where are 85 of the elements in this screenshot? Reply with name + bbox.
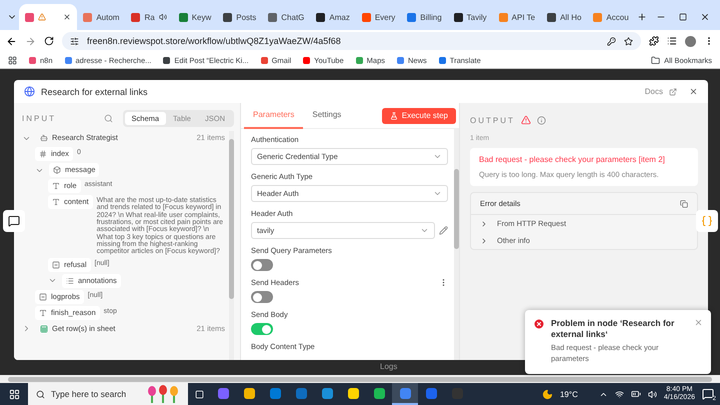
forward-icon[interactable] <box>25 36 36 46</box>
browser-tab[interactable]: Amaz <box>310 4 356 30</box>
error-icon <box>533 318 545 330</box>
browser-tab[interactable]: Every <box>356 4 402 30</box>
warning-icon <box>38 13 46 21</box>
wifi-icon[interactable] <box>614 390 624 398</box>
chevron-right-icon <box>480 220 488 228</box>
browser-tab[interactable]: Accou <box>587 4 635 30</box>
globe-icon <box>24 86 35 97</box>
toggle-switch[interactable] <box>251 291 273 303</box>
warning-icon <box>520 115 531 125</box>
key-icon[interactable] <box>607 36 616 46</box>
moon-icon <box>542 388 553 400</box>
pencil-icon[interactable] <box>439 226 448 235</box>
browser-tab[interactable]: Ra <box>125 4 173 30</box>
square-minus-icon <box>39 292 47 301</box>
info-icon[interactable] <box>536 116 546 124</box>
search-icon[interactable] <box>104 114 113 122</box>
browser-tab[interactable]: API Te <box>492 4 542 30</box>
scrollbar[interactable] <box>0 375 720 383</box>
text-type-icon <box>52 198 60 206</box>
task-view-icon <box>194 390 204 398</box>
panel-heading: OUTPUT <box>470 116 515 124</box>
windows-logo-icon <box>8 388 20 400</box>
dialog-title: Research for external links <box>41 86 148 96</box>
docs-link[interactable]: Docs <box>644 87 663 96</box>
copy-icon[interactable] <box>680 200 688 208</box>
braces-icon <box>701 215 713 227</box>
chat-button[interactable] <box>3 210 25 232</box>
logs-label: Logs <box>380 362 398 371</box>
restore-icon <box>679 13 687 21</box>
chevron-down-icon <box>433 189 442 198</box>
reload-icon[interactable] <box>44 36 54 46</box>
toggle-switch[interactable] <box>251 259 273 271</box>
browser-tab[interactable]: Tavily <box>448 4 493 30</box>
browser-tab[interactable]: Billing <box>401 4 448 30</box>
browser-tab[interactable]: All Ho <box>541 4 588 30</box>
toggle-switch[interactable] <box>251 323 273 335</box>
browser-tab[interactable]: Autom <box>77 4 126 30</box>
extensions-icon[interactable] <box>649 36 659 46</box>
avatar-icon[interactable] <box>685 36 696 46</box>
search-field[interactable]: Type here to search <box>28 383 188 405</box>
external-link-icon <box>669 88 677 96</box>
flask-icon <box>390 112 398 120</box>
chevron-down-icon <box>433 152 442 161</box>
hash-icon <box>39 150 47 158</box>
browser-tab[interactable] <box>19 4 78 30</box>
browser-tab[interactable]: ChatG <box>262 4 310 30</box>
battery-icon[interactable] <box>630 389 641 399</box>
star-icon[interactable] <box>624 36 633 46</box>
back-icon[interactable] <box>6 36 17 46</box>
browser-tab[interactable]: Keyw <box>172 4 218 30</box>
apps-icon[interactable] <box>8 56 17 64</box>
browser-tab[interactable]: Posts <box>217 4 262 30</box>
media-icon[interactable] <box>667 36 677 46</box>
scrollbar[interactable] <box>454 129 459 360</box>
square-minus-icon <box>52 260 60 269</box>
temperature: 19°C <box>560 390 578 398</box>
panel-tab[interactable]: Settings <box>303 102 350 128</box>
error-title: Bad request - please check your parameters [item 2] <box>479 155 666 164</box>
search-icon <box>36 390 45 398</box>
speaker-icon[interactable] <box>648 390 657 398</box>
chevron-down-icon <box>420 226 429 235</box>
chevron-right-icon <box>480 236 488 244</box>
toast-title: Problem in node ‘Research for external links‘ <box>551 318 676 340</box>
sheet-icon <box>40 324 48 333</box>
plus-icon <box>637 12 648 22</box>
close-icon[interactable] <box>63 13 72 21</box>
notifications-icon[interactable] <box>702 388 714 400</box>
panel-heading: INPUT <box>22 114 56 122</box>
chat-icon <box>8 215 20 227</box>
folder-icon <box>651 56 660 64</box>
text-type-icon <box>52 182 60 190</box>
list-icon <box>66 276 74 285</box>
taskbar-app[interactable] <box>392 383 418 405</box>
tulips-drawing <box>146 385 180 403</box>
close-icon <box>700 12 710 22</box>
text-type-icon <box>39 308 47 317</box>
scrollbar[interactable] <box>229 131 234 360</box>
speaker-icon[interactable] <box>158 13 167 21</box>
address-bar[interactable]: freen8n.reviewspot.store/workflow/ubtlwQ8Z1yaWaeZW/4a5f68 <box>62 32 641 50</box>
close-icon[interactable] <box>689 87 698 96</box>
site-settings-icon[interactable] <box>70 36 79 46</box>
robot-icon <box>40 134 48 142</box>
cube-icon <box>53 166 61 174</box>
